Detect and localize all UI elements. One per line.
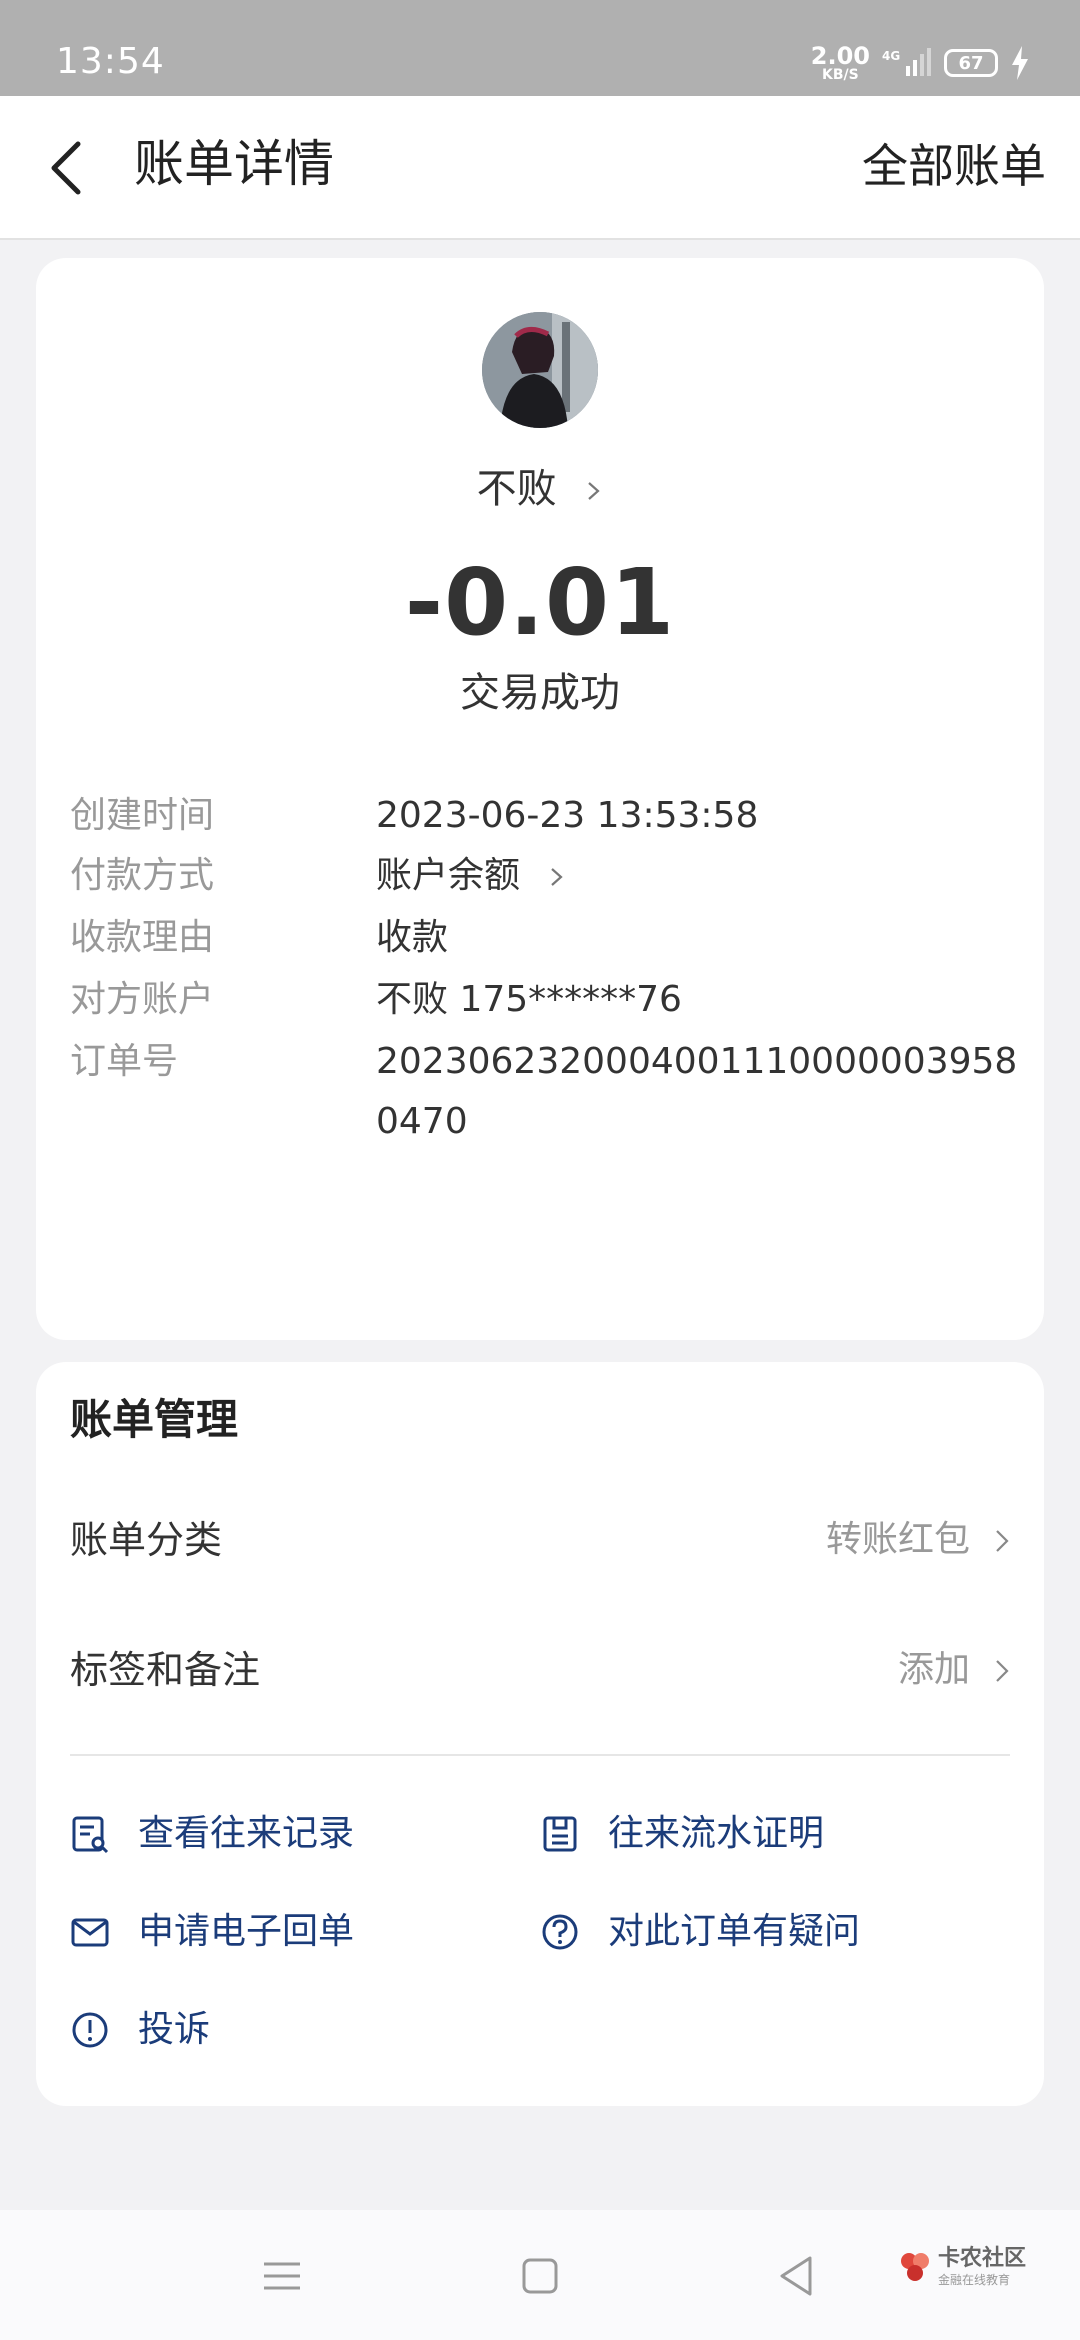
back-triangle-icon[interactable]: [770, 2250, 822, 2302]
amount: -0.01: [404, 549, 676, 656]
bill-category-row[interactable]: 账单分类 转账红包: [70, 1510, 1010, 1570]
transaction-proof-link[interactable]: 往来流水证明: [540, 1804, 824, 1864]
view-history-link[interactable]: 查看往来记录: [70, 1804, 354, 1864]
detail-value: 2023-06-23 13:53:58: [376, 795, 759, 836]
menu-icon[interactable]: [256, 2250, 308, 2302]
home-icon[interactable]: [514, 2250, 566, 2302]
e-receipt-text: 申请电子回单: [138, 1911, 355, 1952]
document-search-icon: [72, 1816, 109, 1854]
transaction-status: 交易成功: [460, 670, 620, 716]
watermark-logo-icon: [900, 2253, 929, 2281]
charging-icon: [1012, 46, 1028, 80]
nav-bar: 账单详情 全部账单: [0, 96, 1080, 240]
bill-management-card: 账单管理 账单分类 转账红包 标签和备注 添加 查看往来记录 往来流水证明 申请…: [36, 1362, 1044, 2106]
payee-name-text: 不败: [476, 466, 557, 512]
chevron-right-icon: [551, 868, 564, 886]
chevron-right-icon: [996, 1660, 1009, 1682]
bill-summary-card: 不败 -0.01 交易成功 创建时间 2023-06-23 13:53:58 付…: [36, 258, 1044, 1340]
alert-icon: [72, 2012, 108, 2048]
watermark: 卡农社区 金融在线教育: [898, 2248, 1026, 2286]
e-receipt-link[interactable]: 申请电子回单: [70, 1902, 354, 1962]
net-speed-unit: KB/S: [822, 67, 859, 83]
question-icon: [542, 1914, 578, 1950]
detail-value: 收款: [376, 917, 449, 958]
clock: 13:54: [56, 41, 165, 82]
category-value: 转账红包: [825, 1519, 970, 1560]
tag-note-row[interactable]: 标签和备注 添加: [70, 1640, 1010, 1700]
order-question-link[interactable]: 对此订单有疑问: [540, 1902, 860, 1962]
back-arrow-icon[interactable]: [40, 132, 100, 204]
payee-name[interactable]: 不败: [36, 464, 1044, 514]
detail-value: 20230623200040011100000039580470: [376, 1041, 1018, 1142]
system-nav-bar: 卡农社区 金融在线教育: [0, 2210, 1080, 2340]
watermark-brand: 卡农社区: [937, 2246, 1026, 2271]
chevron-right-icon: [996, 1530, 1009, 1552]
order-question-text: 对此订单有疑问: [608, 1911, 861, 1952]
tag-value: 添加: [897, 1649, 970, 1690]
view-history-text: 查看往来记录: [138, 1813, 355, 1854]
net-speed-value: 2.00: [810, 42, 870, 70]
certificate-icon: [543, 1816, 577, 1852]
detail-label: 付款方式: [70, 855, 215, 896]
complaint-link[interactable]: 投诉: [70, 2000, 210, 2060]
page-title: 账单详情: [134, 135, 334, 193]
detail-value: 账户余额: [376, 846, 1016, 906]
complaint-text: 投诉: [138, 2009, 211, 2050]
status-bar: 13:54 2.00 KB/S 4G 67: [0, 0, 1080, 96]
watermark-tagline: 金融在线教育: [937, 2273, 1010, 2287]
detail-label: 创建时间: [70, 795, 215, 836]
envelope-icon: [71, 1918, 109, 1947]
transaction-proof-text: 往来流水证明: [608, 1813, 825, 1854]
category-label: 账单分类: [70, 1518, 223, 1562]
payment-method-text: 账户余额: [376, 855, 521, 896]
chevron-right-icon: [588, 482, 601, 500]
signal-icon: 4G: [882, 48, 931, 76]
status-icons: 2.00 KB/S 4G 67: [811, 40, 1030, 86]
all-bills-button[interactable]: 全部账单: [862, 136, 1046, 196]
net-speed: 2.00 KB/S: [811, 44, 870, 82]
network-type: 4G: [882, 49, 900, 63]
battery-icon: 67: [944, 49, 998, 77]
detail-value: 不败 175******76: [376, 979, 682, 1020]
section-title: 账单管理: [70, 1395, 239, 1444]
detail-label: 对方账户: [70, 979, 215, 1020]
divider: [70, 1754, 1010, 1756]
avatar[interactable]: [482, 312, 598, 428]
detail-label: 收款理由: [70, 917, 215, 958]
avatar-image: [482, 312, 598, 428]
tag-label: 标签和备注: [70, 1648, 261, 1692]
detail-label: 订单号: [70, 1041, 179, 1082]
